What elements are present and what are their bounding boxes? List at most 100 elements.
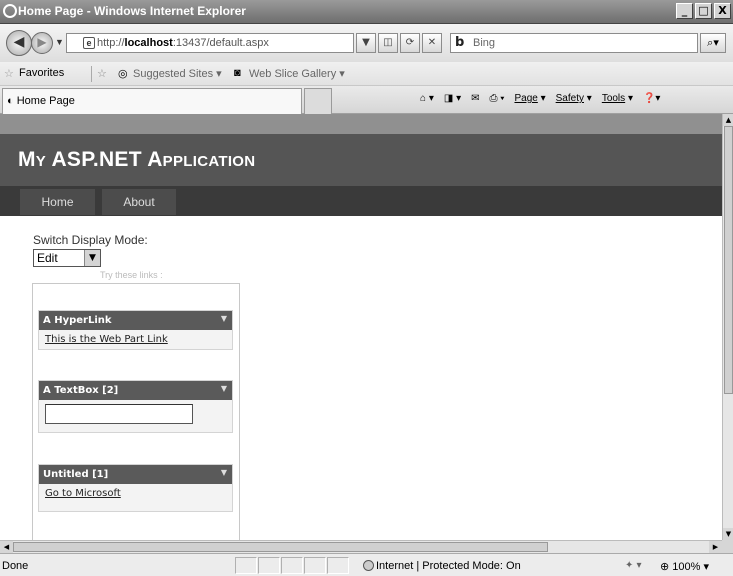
- web-part-title: Untitled [1]: [43, 469, 109, 480]
- scroll-up-icon[interactable]: ▲: [723, 114, 733, 126]
- ie-logo-icon: [3, 4, 17, 18]
- suggested-sites-link[interactable]: Suggested Sites ▾: [133, 67, 222, 80]
- scroll-down-icon[interactable]: ▼: [723, 528, 733, 540]
- feeds-icon[interactable]: ◨ ▾: [444, 93, 461, 104]
- site-header: My ASP.NET Application: [0, 134, 722, 186]
- horizontal-scroll-thumb[interactable]: [13, 542, 548, 552]
- display-mode-label: Switch Display Mode:: [33, 233, 148, 247]
- address-bar[interactable]: e http://localhost:13437/default.aspx: [66, 33, 354, 53]
- address-dropdown-button[interactable]: ▼: [356, 33, 376, 53]
- web-part-title: A TextBox [2]: [43, 385, 119, 396]
- menu-item-about[interactable]: About: [102, 189, 176, 215]
- verbs-menu-icon[interactable]: ▼: [221, 314, 227, 323]
- display-mode-value: Edit: [37, 251, 58, 265]
- suggested-sites-icon: ◎: [118, 68, 128, 80]
- add-favorite-icon[interactable]: ☆: [97, 67, 107, 80]
- web-part-title: A HyperLink: [43, 315, 112, 326]
- security-zone-text: Internet | Protected Mode: On: [376, 560, 521, 572]
- page-menu-label: Page: [514, 93, 538, 104]
- maximize-button[interactable]: □: [695, 3, 712, 19]
- divider: [91, 66, 92, 82]
- window-title: Home Page - Windows Internet Explorer: [18, 4, 246, 18]
- status-panel: [304, 557, 326, 574]
- web-part-title-bar: Untitled [1] ▼: [39, 465, 232, 484]
- favorites-bar: ☆ Favorites ☆ ◎ Suggested Sites ▾ ◙ Web …: [0, 62, 733, 86]
- scroll-right-icon[interactable]: ▶: [709, 541, 722, 553]
- status-panel: [281, 557, 303, 574]
- favorites-button[interactable]: Favorites: [19, 67, 64, 79]
- forward-button[interactable]: ▶: [31, 32, 53, 54]
- web-part-link[interactable]: This is the Web Part Link: [45, 334, 168, 345]
- zoom-value: 100%: [672, 561, 701, 573]
- back-button[interactable]: ◀: [6, 30, 32, 56]
- web-part-title-bar: A HyperLink ▼: [39, 311, 232, 330]
- horizontal-scrollbar[interactable]: ◀ ▶: [0, 540, 722, 553]
- menu-item-home[interactable]: Home: [20, 189, 95, 215]
- home-icon[interactable]: ⌂ ▾: [420, 93, 434, 104]
- status-panel: [327, 557, 349, 574]
- web-part-textbox: A TextBox [2] ▼: [38, 380, 233, 433]
- page-content: My ASP.NET Application Home About Switch…: [0, 114, 722, 540]
- compatibility-view-icon[interactable]: ◫: [378, 33, 398, 53]
- web-part-title-bar: A TextBox [2] ▼: [39, 381, 232, 400]
- url-prefix: http://: [97, 37, 125, 49]
- help-icon[interactable]: ❓▾: [643, 93, 660, 104]
- zoom-level[interactable]: ⊕ 100% ▾: [660, 560, 709, 573]
- site-title: My ASP.NET Application: [18, 148, 256, 171]
- refresh-icon[interactable]: ⟳: [400, 33, 420, 53]
- internet-zone-icon: [363, 560, 374, 571]
- verbs-menu-icon[interactable]: ▼: [221, 468, 227, 477]
- web-slice-gallery-link[interactable]: Web Slice Gallery ▾: [249, 67, 345, 80]
- vertical-scrollbar[interactable]: ▲ ▼: [722, 114, 733, 540]
- web-part-body: [39, 400, 232, 432]
- web-part-zone: A HyperLink ▼ This is the Web Part Link …: [32, 283, 240, 540]
- scroll-left-icon[interactable]: ◀: [0, 541, 13, 553]
- new-tab-button[interactable]: [304, 88, 332, 114]
- bing-icon: b: [455, 35, 465, 50]
- window-controls: _ □ X: [676, 3, 731, 19]
- web-part-hyperlink: A HyperLink ▼ This is the Web Part Link: [38, 310, 233, 350]
- protected-mode-icon[interactable]: ✦ ▾: [625, 560, 642, 571]
- minimize-button[interactable]: _: [676, 3, 693, 19]
- status-panel: [235, 557, 257, 574]
- web-part-zone-title: Try these links :: [100, 270, 163, 280]
- web-slice-icon: ◙: [234, 67, 241, 79]
- url-rest: :13437/default.aspx: [172, 37, 269, 49]
- safety-menu-label: Safety: [555, 93, 584, 104]
- url-host: localhost: [124, 37, 173, 49]
- web-part-untitled: Untitled [1] ▼ Go to Microsoft: [38, 464, 233, 512]
- tab-label: Home Page: [16, 95, 75, 107]
- status-bar: Done Internet | Protected Mode: On ✦ ▾ ⊕…: [0, 553, 733, 576]
- scrollbar-corner: [722, 540, 733, 553]
- textbox-field[interactable]: [45, 404, 193, 424]
- search-placeholder: Bing: [473, 37, 496, 49]
- search-button[interactable]: ⌕▾: [700, 33, 726, 53]
- site-top-strip: [0, 114, 722, 134]
- safety-menu[interactable]: Safety ▾: [556, 93, 592, 104]
- display-mode-select[interactable]: Edit ▼: [33, 249, 101, 267]
- tools-menu-label: Tools: [601, 93, 626, 104]
- web-part-body: Go to Microsoft: [39, 484, 232, 511]
- verbs-menu-icon[interactable]: ▼: [221, 384, 227, 393]
- chevron-down-icon[interactable]: ▼: [84, 250, 100, 266]
- stop-icon[interactable]: ✕: [422, 33, 442, 53]
- status-panel: [258, 557, 280, 574]
- tab-bar: ◐ Home Page ⌂ ▾ ◨ ▾ ✉ ⎙ ▾ Page ▾ Safety …: [0, 86, 733, 114]
- microsoft-link[interactable]: Go to Microsoft: [45, 488, 121, 499]
- recent-pages-chevron-icon[interactable]: ▼: [55, 37, 64, 47]
- tab-home-page[interactable]: ◐ Home Page: [2, 88, 302, 114]
- page-icon: e: [83, 37, 95, 49]
- tools-menu[interactable]: Tools ▾: [602, 93, 633, 104]
- web-part-body: This is the Web Part Link: [39, 330, 232, 349]
- favorites-star-icon: ☆: [4, 68, 14, 80]
- address-toolbar: ◀ ▶ ▼ e http://localhost:13437/default.a…: [0, 24, 733, 62]
- vertical-scroll-thumb[interactable]: [724, 126, 733, 394]
- title-bar: Home Page - Windows Internet Explorer _ …: [0, 0, 733, 24]
- close-button[interactable]: X: [714, 3, 731, 19]
- search-input[interactable]: b Bing: [450, 33, 698, 53]
- mail-icon[interactable]: ✉: [471, 93, 479, 104]
- print-icon[interactable]: ⎙ ▾: [489, 93, 504, 104]
- page-menu[interactable]: Page ▾: [514, 93, 545, 104]
- tab-ie-icon: ◐: [7, 95, 14, 107]
- status-text: Done: [2, 560, 29, 572]
